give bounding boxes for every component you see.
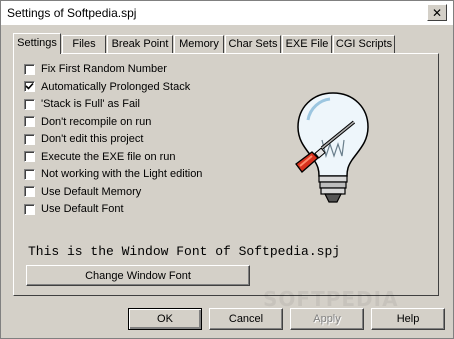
tab-memory[interactable]: Memory xyxy=(174,35,224,53)
checkbox[interactable] xyxy=(24,116,35,127)
checkbox[interactable] xyxy=(24,98,35,110)
checkbox[interactable] xyxy=(24,133,35,145)
title-bar: Settings of Softpedia.spj ✕ xyxy=(1,1,453,25)
tab-exe-file[interactable]: EXE File xyxy=(282,35,332,53)
option-use-default-font[interactable]: Use Default Font xyxy=(24,202,124,216)
option-not-working-light-edition[interactable]: Not working with the Light edition xyxy=(24,167,202,181)
close-button[interactable]: ✕ xyxy=(427,4,447,21)
tab-files[interactable]: Files xyxy=(62,35,106,53)
settings-dialog: Settings of Softpedia.spj ✕ Settings Fil… xyxy=(0,0,454,339)
tab-break-point[interactable]: Break Point xyxy=(107,35,173,53)
settings-panel: Fix First Random Number Automatically Pr… xyxy=(13,53,439,296)
window-title: Settings of Softpedia.spj xyxy=(7,6,137,20)
tab-settings[interactable]: Settings xyxy=(13,33,61,54)
checkbox[interactable] xyxy=(24,186,35,197)
option-dont-recompile-on-run[interactable]: Don't recompile on run xyxy=(24,115,151,129)
checkmark-icon xyxy=(25,82,34,90)
apply-button[interactable]: Apply xyxy=(290,308,364,330)
option-stack-is-full-as-fail[interactable]: 'Stack is Full' as Fail xyxy=(24,97,140,111)
help-button[interactable]: Help xyxy=(371,308,445,330)
checkbox[interactable] xyxy=(24,168,35,180)
ok-button[interactable]: OK xyxy=(128,308,202,330)
option-use-default-memory[interactable]: Use Default Memory xyxy=(24,185,141,199)
tab-char-sets[interactable]: Char Sets xyxy=(225,35,281,53)
checkbox[interactable] xyxy=(24,63,35,75)
checkbox[interactable] xyxy=(24,203,35,215)
checkbox[interactable] xyxy=(24,81,35,92)
option-dont-edit-project[interactable]: Don't edit this project xyxy=(24,132,143,146)
lightbulb-screwdriver-icon xyxy=(292,90,374,206)
close-icon: ✕ xyxy=(431,5,443,20)
tab-cgi-scripts[interactable]: CGI Scripts xyxy=(333,35,395,53)
option-fix-first-random-number[interactable]: Fix First Random Number xyxy=(24,62,167,76)
option-execute-exe-on-run[interactable]: Execute the EXE file on run xyxy=(24,150,176,164)
window-font-sample: This is the Window Font of Softpedia.spj xyxy=(28,244,341,259)
checkbox[interactable] xyxy=(24,151,35,162)
change-window-font-button[interactable]: Change Window Font xyxy=(26,265,250,286)
option-automatically-prolonged-stack[interactable]: Automatically Prolonged Stack xyxy=(24,80,190,94)
cancel-button[interactable]: Cancel xyxy=(209,308,283,330)
